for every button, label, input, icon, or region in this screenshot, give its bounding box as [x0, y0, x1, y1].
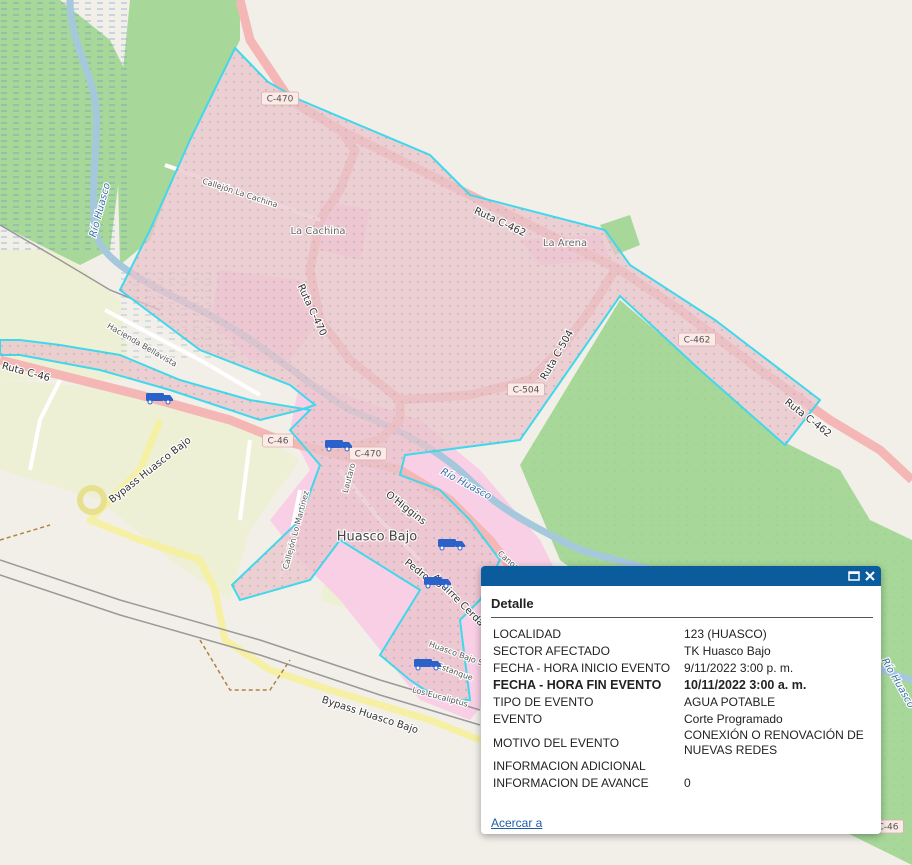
zoom-to-link[interactable]: Acercar a: [491, 816, 542, 830]
attribute-key: FECHA - HORA INICIO EVENTO: [493, 661, 671, 675]
close-icon[interactable]: [863, 568, 877, 582]
map-label-ruta-c470-top: C-470: [261, 91, 299, 106]
map-label-text: C-462: [684, 336, 711, 346]
attribute-value: 123 (HUASCO): [684, 627, 767, 641]
attribute-key: FECHA - HORA FIN EVENTO: [493, 678, 662, 692]
map-label-text: Huasco Bajo: [337, 530, 417, 545]
map-label-la-cachina: La Cachina: [289, 225, 346, 238]
map-label-text: C-470: [267, 95, 294, 105]
attribute-key: EVENTO: [493, 712, 543, 726]
attribute-key: INFORMACION ADICIONAL: [493, 759, 646, 773]
attribute-value: TK Huasco Bajo: [684, 644, 771, 658]
attribute-value: 0: [684, 776, 691, 790]
attribute-value: 10/11/2022 3:00 a. m.: [684, 678, 807, 692]
attribute-value: [684, 758, 873, 775]
attribute-row: FECHA - HORA INICIO EVENTO 9/11/2022 3:00…: [493, 660, 873, 677]
wetland-pattern: [0, 0, 130, 250]
attribute-key: LOCALIDAD: [493, 627, 562, 641]
map-label-c470-shield: C-470: [349, 446, 387, 461]
map-label-c462-shield: C-462: [678, 332, 716, 347]
popup-body: Detalle LOCALIDAD 123 (HUASCO) SECTOR AFE…: [481, 586, 881, 792]
map-label-text: C-504: [513, 386, 540, 396]
attribute-row: LOCALIDAD 123 (HUASCO): [493, 626, 873, 643]
attribute-row: INFORMACION DE AVANCE 0: [493, 775, 873, 792]
map-label-huasco-bajo: Huasco Bajo: [336, 528, 419, 545]
popup-header: [481, 566, 881, 586]
map-label-c46-shield: C-46: [262, 433, 294, 448]
attribute-value: CONEXIÓN O RENOVACIÓN DE NUEVAS REDES: [684, 728, 864, 757]
map-label-text: C-470: [355, 450, 382, 460]
map-label-text: La Cachina: [290, 226, 345, 237]
attribute-key: SECTOR AFECTADO: [493, 644, 610, 658]
attribute-value: 9/11/2022 3:00 p. m.: [684, 661, 794, 675]
map-label-c504-shield: C-504: [507, 382, 545, 397]
attribute-table: LOCALIDAD 123 (HUASCO) SECTOR AFECTADO TK …: [493, 626, 873, 792]
attribute-row: FECHA - HORA FIN EVENTO 10/11/2022 3:00 a…: [493, 677, 873, 694]
attribute-key: MOTIVO DEL EVENTO: [493, 735, 620, 750]
attribute-value: Corte Programado: [684, 712, 783, 726]
map-label-la-arena: La Arena: [542, 237, 588, 250]
attribute-row: MOTIVO DEL EVENTO CONEXIÓN O RENOVACIÓN D…: [493, 728, 873, 758]
attribute-key: INFORMACION DE AVANCE: [493, 776, 649, 790]
attribute-row: SECTOR AFECTADO TK Huasco Bajo: [493, 643, 873, 660]
attribute-key: TIPO DE EVENTO: [493, 695, 594, 709]
attribute-value: AGUA POTABLE: [684, 695, 776, 709]
detail-popup[interactable]: Detalle LOCALIDAD 123 (HUASCO) SECTOR AFE…: [481, 566, 881, 834]
attribute-row: TIPO DE EVENTO AGUA POTABLE: [493, 694, 873, 711]
map-label-text: La Arena: [543, 238, 587, 249]
maximize-icon[interactable]: [847, 568, 861, 582]
popup-footer: Acercar a: [491, 816, 542, 830]
attribute-row: INFORMACION ADICIONAL: [493, 758, 873, 775]
attribute-row: EVENTO Corte Programado: [493, 711, 873, 728]
map-label-text: C-46: [268, 437, 289, 447]
popup-title: Detalle: [491, 596, 873, 618]
